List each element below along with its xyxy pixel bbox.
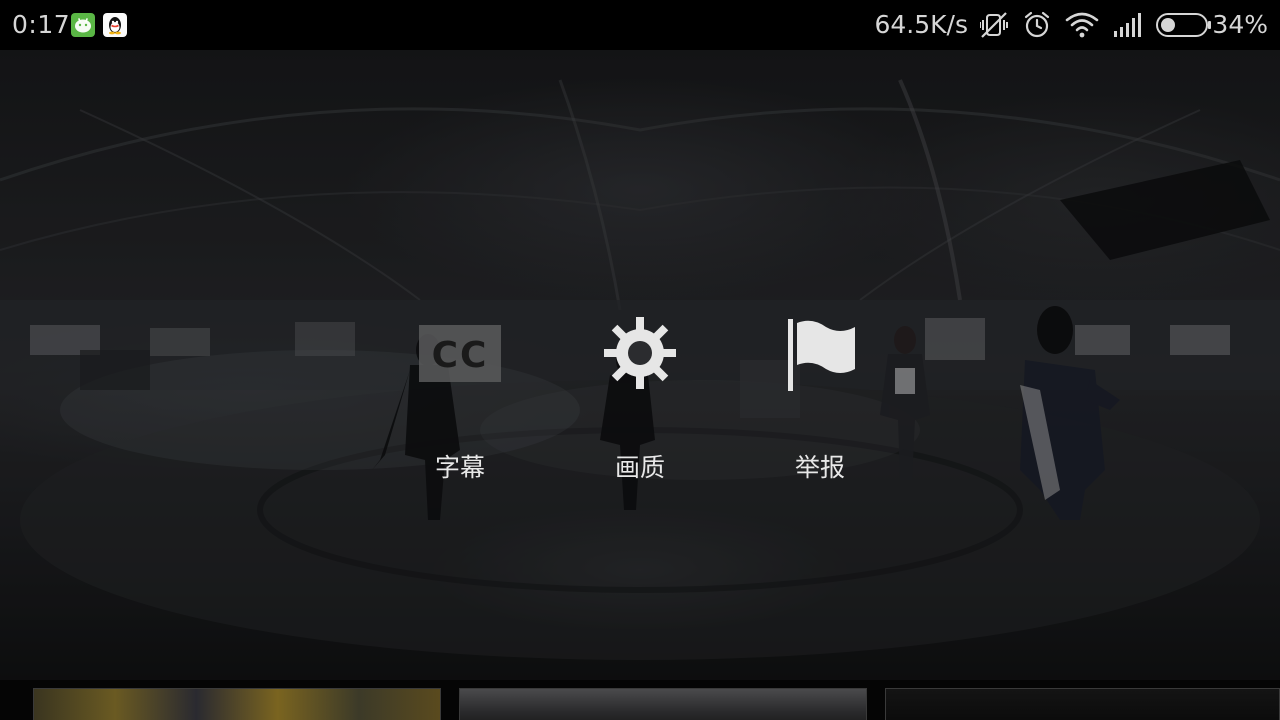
- video-player-screen: 0:17 64.5K/s 34% CC 字幕 画质 举报: [0, 0, 1280, 720]
- subtitle-option-label: 字幕: [434, 453, 485, 482]
- battery-icon: [1156, 11, 1212, 43]
- video-thumbnail[interactable]: [459, 688, 867, 720]
- svg-text:CC: CC: [432, 335, 489, 376]
- cellular-signal-icon: [1112, 11, 1146, 43]
- status-time: 0:17: [12, 10, 71, 39]
- network-speed: 64.5K/s: [874, 10, 968, 39]
- wechat-notification-icon: [71, 13, 95, 37]
- video-thumbnail[interactable]: [885, 688, 1280, 720]
- battery-percent: 34%: [1212, 10, 1268, 39]
- vibrate-off-icon: [979, 11, 1010, 43]
- flag-icon: [760, 313, 880, 393]
- related-videos-strip: [0, 680, 1280, 720]
- gear-icon: [580, 313, 700, 393]
- report-option-label: 举报: [794, 453, 845, 482]
- wifi-icon: [1065, 11, 1099, 43]
- qq-notification-icon: [103, 13, 127, 37]
- report-option[interactable]: 举报: [760, 313, 880, 488]
- quality-option-label: 画质: [614, 453, 665, 482]
- video-thumbnail[interactable]: [33, 688, 441, 720]
- cc-icon: CC: [400, 313, 520, 393]
- quality-option[interactable]: 画质: [580, 313, 700, 488]
- subtitle-option[interactable]: CC 字幕: [400, 313, 520, 488]
- status-bar: 0:17 64.5K/s 34%: [0, 0, 1280, 50]
- alarm-icon: [1023, 11, 1051, 43]
